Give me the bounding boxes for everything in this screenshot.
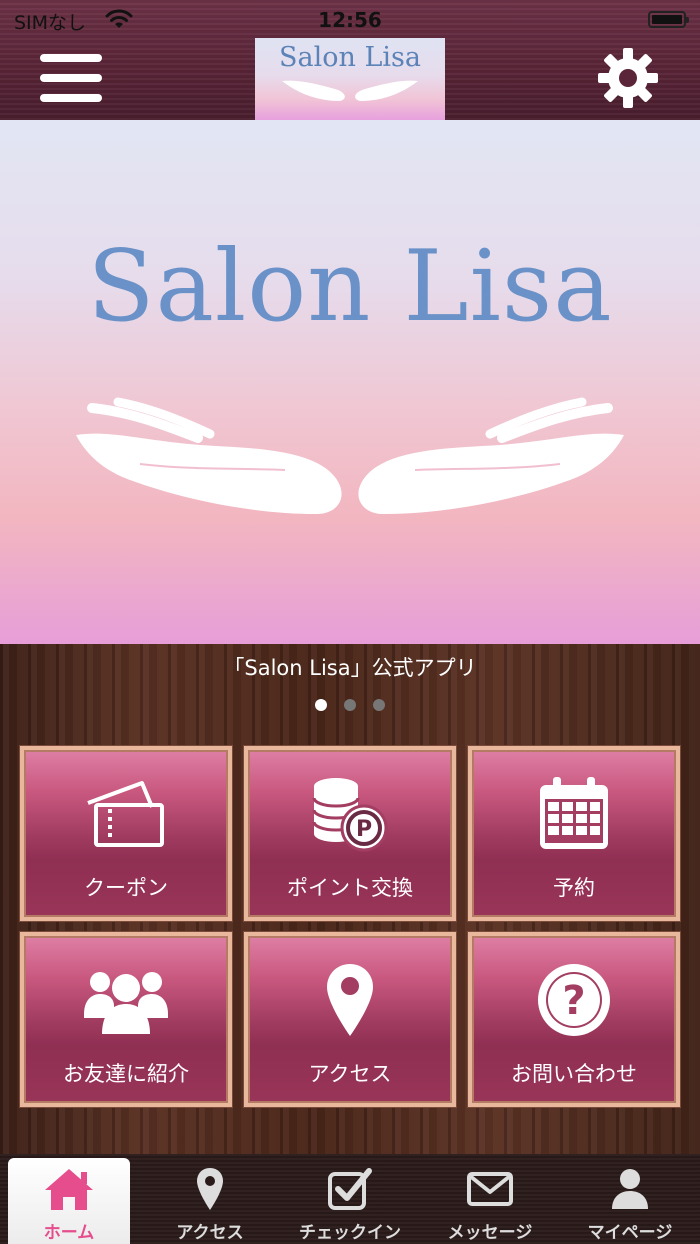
- coupon-label: クーポン: [84, 876, 168, 900]
- app-caption: 「Salon Lisa」公式アプリ: [223, 656, 477, 680]
- contact-button[interactable]: ? お問い合わせ: [468, 932, 680, 1107]
- refer-friend-label: お友達に紹介: [63, 1062, 189, 1086]
- header-logo-text: Salon Lisa: [279, 42, 421, 73]
- contact-label: お問い合わせ: [511, 1062, 637, 1086]
- app-header: SIMなし 12:56 Salon Lisa: [0, 0, 700, 120]
- coupon-button[interactable]: クーポン: [20, 746, 232, 921]
- carousel-dot[interactable]: [373, 699, 386, 711]
- logo-hands-icon: [282, 80, 418, 101]
- question-icon: ?: [472, 958, 676, 1042]
- point-coins-icon: P: [248, 772, 452, 856]
- map-pin-icon: [248, 958, 452, 1042]
- hero-banner[interactable]: Salon Lisa: [0, 120, 700, 644]
- tab-mypage[interactable]: マイページ: [560, 1154, 700, 1244]
- carousel-dots[interactable]: [0, 696, 700, 715]
- access-button[interactable]: アクセス: [244, 932, 456, 1107]
- carousel-dot[interactable]: [314, 699, 327, 711]
- bottom-tab-bar: ホーム アクセス チェックイン メッセージ マイページ: [0, 1154, 700, 1244]
- hamburger-menu-icon[interactable]: [40, 52, 102, 106]
- point-exchange-label: ポイント交換: [287, 876, 413, 900]
- calendar-icon: [472, 772, 676, 856]
- tab-mypage-label: マイページ: [587, 1223, 673, 1243]
- tab-access[interactable]: アクセス: [140, 1154, 280, 1244]
- point-exchange-button[interactable]: P ポイント交換: [244, 746, 456, 921]
- tab-home-label: ホーム: [43, 1223, 95, 1243]
- hands-illustration-icon: [76, 397, 624, 515]
- clock: 12:56: [318, 8, 382, 32]
- svg-text:?: ?: [562, 978, 585, 1024]
- header-logo: Salon Lisa: [255, 38, 445, 120]
- coupon-ticket-icon: [24, 772, 228, 856]
- tab-access-label: アクセス: [176, 1223, 244, 1243]
- map-pin-icon: [140, 1164, 280, 1214]
- user-icon: [560, 1164, 700, 1214]
- access-label: アクセス: [308, 1062, 392, 1086]
- tab-checkin[interactable]: チェックイン: [280, 1154, 420, 1244]
- tab-message[interactable]: メッセージ: [420, 1154, 560, 1244]
- reservation-button[interactable]: 予約: [468, 746, 680, 921]
- tab-message-label: メッセージ: [447, 1223, 533, 1243]
- hero-title: Salon Lisa: [87, 230, 613, 344]
- friends-group-icon: [24, 958, 228, 1042]
- home-icon: [8, 1164, 130, 1214]
- carousel-dot[interactable]: [344, 699, 356, 711]
- battery-icon: [648, 11, 689, 28]
- svg-text:P: P: [356, 817, 372, 842]
- reservation-label: 予約: [553, 876, 595, 900]
- settings-gear-icon[interactable]: [596, 46, 660, 110]
- tab-home[interactable]: ホーム: [8, 1158, 130, 1244]
- envelope-icon: [420, 1164, 560, 1214]
- status-bar: SIMなし 12:56: [0, 0, 700, 40]
- checkin-checkbox-icon: [280, 1164, 420, 1214]
- refer-friend-button[interactable]: お友達に紹介: [20, 932, 232, 1107]
- tab-checkin-label: チェックイン: [299, 1223, 401, 1243]
